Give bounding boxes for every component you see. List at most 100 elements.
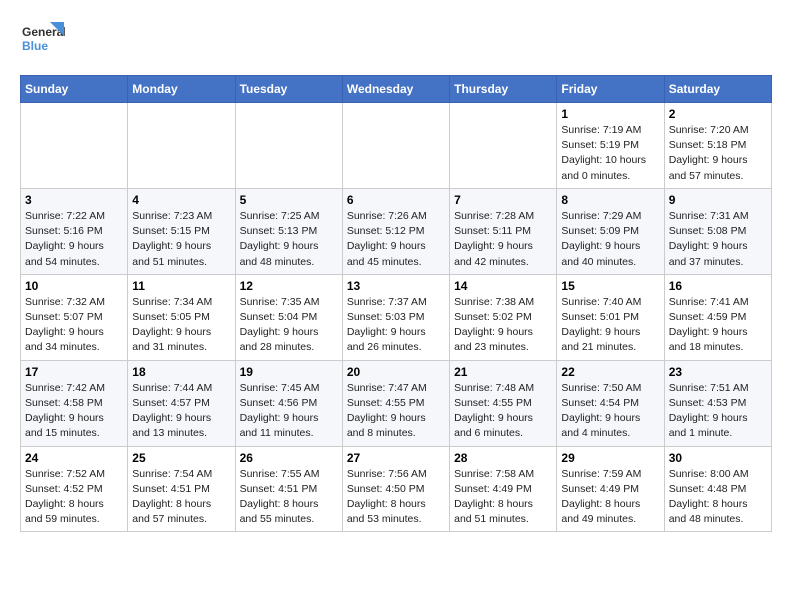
day-number: 30 (669, 451, 767, 465)
day-info: Sunrise: 7:48 AM Sunset: 4:55 PM Dayligh… (454, 381, 552, 442)
day-number: 3 (25, 193, 123, 207)
calendar-cell (235, 103, 342, 189)
day-number: 11 (132, 279, 230, 293)
day-info: Sunrise: 7:47 AM Sunset: 4:55 PM Dayligh… (347, 381, 445, 442)
day-number: 28 (454, 451, 552, 465)
day-number: 2 (669, 107, 767, 121)
calendar-cell: 5Sunrise: 7:25 AM Sunset: 5:13 PM Daylig… (235, 188, 342, 274)
day-number: 8 (561, 193, 659, 207)
calendar-week-row: 1 Sunrise: 7:19 AM Sunset: 5:19 PM Daylig… (21, 103, 772, 189)
day-number: 17 (25, 365, 123, 379)
calendar-week-row: 3 Sunrise: 7:22 AM Sunset: 5:16 PM Daylig… (21, 188, 772, 274)
calendar-cell: 8Sunrise: 7:29 AM Sunset: 5:09 PM Daylig… (557, 188, 664, 274)
calendar-cell: 19 Sunrise: 7:45 AM Sunset: 4:56 PM Dayli… (235, 360, 342, 446)
calendar-cell: 29 Sunrise: 7:59 AM Sunset: 4:49 PM Dayli… (557, 446, 664, 532)
day-number: 13 (347, 279, 445, 293)
logo-svg: GeneralBlue (20, 20, 65, 65)
day-number: 25 (132, 451, 230, 465)
weekday-header: Tuesday (235, 76, 342, 103)
calendar-cell: 10 Sunrise: 7:32 AM Sunset: 5:07 PM Dayli… (21, 274, 128, 360)
calendar-cell: 4 Sunrise: 7:23 AM Sunset: 5:15 PM Daylig… (128, 188, 235, 274)
day-number: 19 (240, 365, 338, 379)
calendar-cell: 16 Sunrise: 7:41 AM Sunset: 4:59 PM Dayli… (664, 274, 771, 360)
calendar-week-row: 17 Sunrise: 7:42 AM Sunset: 4:58 PM Dayli… (21, 360, 772, 446)
day-info: Sunrise: 8:00 AM Sunset: 4:48 PM Dayligh… (669, 467, 767, 528)
day-info: Sunrise: 7:40 AM Sunset: 5:01 PM Dayligh… (561, 295, 659, 356)
calendar-cell: 12 Sunrise: 7:35 AM Sunset: 5:04 PM Dayli… (235, 274, 342, 360)
calendar-cell: 2 Sunrise: 7:20 AM Sunset: 5:18 PM Daylig… (664, 103, 771, 189)
calendar-week-row: 24 Sunrise: 7:52 AM Sunset: 4:52 PM Dayli… (21, 446, 772, 532)
day-number: 27 (347, 451, 445, 465)
day-number: 10 (25, 279, 123, 293)
day-number: 18 (132, 365, 230, 379)
day-info: Sunrise: 7:58 AM Sunset: 4:49 PM Dayligh… (454, 467, 552, 528)
day-info: Sunrise: 7:19 AM Sunset: 5:19 PM Dayligh… (561, 123, 659, 184)
calendar-cell: 25 Sunrise: 7:54 AM Sunset: 4:51 PM Dayli… (128, 446, 235, 532)
day-number: 21 (454, 365, 552, 379)
weekday-header: Wednesday (342, 76, 449, 103)
day-info: Sunrise: 7:35 AM Sunset: 5:04 PM Dayligh… (240, 295, 338, 356)
calendar-cell: 17 Sunrise: 7:42 AM Sunset: 4:58 PM Dayli… (21, 360, 128, 446)
day-number: 15 (561, 279, 659, 293)
day-number: 12 (240, 279, 338, 293)
calendar-cell: 30 Sunrise: 8:00 AM Sunset: 4:48 PM Dayli… (664, 446, 771, 532)
calendar-cell: 21 Sunrise: 7:48 AM Sunset: 4:55 PM Dayli… (450, 360, 557, 446)
day-info: Sunrise: 7:56 AM Sunset: 4:50 PM Dayligh… (347, 467, 445, 528)
calendar-cell: 23 Sunrise: 7:51 AM Sunset: 4:53 PM Dayli… (664, 360, 771, 446)
day-number: 14 (454, 279, 552, 293)
calendar-cell: 27 Sunrise: 7:56 AM Sunset: 4:50 PM Dayli… (342, 446, 449, 532)
day-number: 23 (669, 365, 767, 379)
day-number: 26 (240, 451, 338, 465)
day-number: 29 (561, 451, 659, 465)
day-info: Sunrise: 7:37 AM Sunset: 5:03 PM Dayligh… (347, 295, 445, 356)
calendar-week-row: 10 Sunrise: 7:32 AM Sunset: 5:07 PM Dayli… (21, 274, 772, 360)
day-info: Sunrise: 7:28 AM Sunset: 5:11 PM Dayligh… (454, 209, 552, 270)
calendar-cell: 6Sunrise: 7:26 AM Sunset: 5:12 PM Daylig… (342, 188, 449, 274)
day-info: Sunrise: 7:54 AM Sunset: 4:51 PM Dayligh… (132, 467, 230, 528)
day-info: Sunrise: 7:51 AM Sunset: 4:53 PM Dayligh… (669, 381, 767, 442)
day-number: 9 (669, 193, 767, 207)
calendar-cell: 13 Sunrise: 7:37 AM Sunset: 5:03 PM Dayli… (342, 274, 449, 360)
day-number: 16 (669, 279, 767, 293)
weekday-header: Saturday (664, 76, 771, 103)
logo-text: GeneralBlue (20, 20, 65, 65)
day-info: Sunrise: 7:34 AM Sunset: 5:05 PM Dayligh… (132, 295, 230, 356)
day-number: 22 (561, 365, 659, 379)
calendar-cell (342, 103, 449, 189)
day-info: Sunrise: 7:32 AM Sunset: 5:07 PM Dayligh… (25, 295, 123, 356)
day-info: Sunrise: 7:52 AM Sunset: 4:52 PM Dayligh… (25, 467, 123, 528)
day-info: Sunrise: 7:38 AM Sunset: 5:02 PM Dayligh… (454, 295, 552, 356)
svg-text:Blue: Blue (22, 39, 48, 53)
day-info: Sunrise: 7:50 AM Sunset: 4:54 PM Dayligh… (561, 381, 659, 442)
calendar-cell: 7Sunrise: 7:28 AM Sunset: 5:11 PM Daylig… (450, 188, 557, 274)
day-info: Sunrise: 7:59 AM Sunset: 4:49 PM Dayligh… (561, 467, 659, 528)
day-info: Sunrise: 7:55 AM Sunset: 4:51 PM Dayligh… (240, 467, 338, 528)
day-number: 1 (561, 107, 659, 121)
calendar-cell: 1 Sunrise: 7:19 AM Sunset: 5:19 PM Daylig… (557, 103, 664, 189)
day-number: 20 (347, 365, 445, 379)
day-info: Sunrise: 7:42 AM Sunset: 4:58 PM Dayligh… (25, 381, 123, 442)
calendar-cell: 20 Sunrise: 7:47 AM Sunset: 4:55 PM Dayli… (342, 360, 449, 446)
calendar-table: SundayMondayTuesdayWednesdayThursdayFrid… (20, 75, 772, 532)
calendar-cell: 15 Sunrise: 7:40 AM Sunset: 5:01 PM Dayli… (557, 274, 664, 360)
day-info: Sunrise: 7:41 AM Sunset: 4:59 PM Dayligh… (669, 295, 767, 356)
calendar-cell (128, 103, 235, 189)
day-number: 6 (347, 193, 445, 207)
day-number: 24 (25, 451, 123, 465)
weekday-header: Monday (128, 76, 235, 103)
calendar-cell: 22 Sunrise: 7:50 AM Sunset: 4:54 PM Dayli… (557, 360, 664, 446)
day-number: 4 (132, 193, 230, 207)
day-info: Sunrise: 7:31 AM Sunset: 5:08 PM Dayligh… (669, 209, 767, 270)
day-info: Sunrise: 7:45 AM Sunset: 4:56 PM Dayligh… (240, 381, 338, 442)
weekday-header: Thursday (450, 76, 557, 103)
weekday-header: Friday (557, 76, 664, 103)
calendar-cell: 18Sunrise: 7:44 AM Sunset: 4:57 PM Dayli… (128, 360, 235, 446)
calendar-cell: 14 Sunrise: 7:38 AM Sunset: 5:02 PM Dayli… (450, 274, 557, 360)
day-info: Sunrise: 7:20 AM Sunset: 5:18 PM Dayligh… (669, 123, 767, 184)
logo: GeneralBlue (20, 20, 65, 65)
day-info: Sunrise: 7:25 AM Sunset: 5:13 PM Dayligh… (240, 209, 338, 270)
day-info: Sunrise: 7:23 AM Sunset: 5:15 PM Dayligh… (132, 209, 230, 270)
calendar-cell: 26 Sunrise: 7:55 AM Sunset: 4:51 PM Dayli… (235, 446, 342, 532)
day-info: Sunrise: 7:22 AM Sunset: 5:16 PM Dayligh… (25, 209, 123, 270)
calendar-cell (21, 103, 128, 189)
